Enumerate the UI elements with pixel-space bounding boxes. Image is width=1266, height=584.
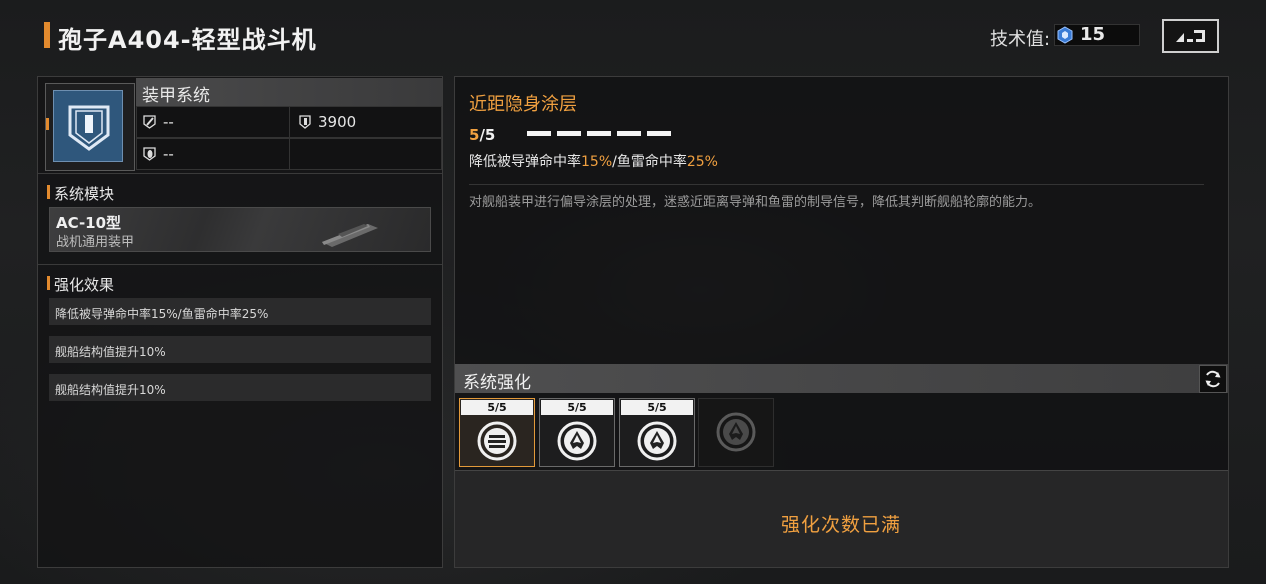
module-name: AC-10型 [56,214,122,232]
upgrade-node[interactable]: 5/5 [459,398,535,467]
stat-torpedo-cell [136,138,290,170]
stat-armor-value: 3900 [318,113,357,131]
node-level: 5/5 [541,400,613,415]
skill-effect-value-1: 15% [581,154,613,170]
skill-level-current: 5 [469,126,480,144]
section-marker [47,185,50,199]
page-title: 孢子A404-轻型战斗机 [58,26,317,54]
refresh-icon [1205,370,1221,388]
armor-system-icon [53,90,123,162]
tech-value-label: 技术值: [990,29,1051,50]
stat-missile-cell [136,106,290,138]
stat-torpedo-value: -- [163,145,174,163]
back-button[interactable] [1162,19,1219,53]
title-accent-bar [44,22,50,48]
tech-point-icon [1057,26,1073,44]
level-segment [617,131,641,136]
upgrade-node[interactable]: 5/5 [619,398,695,467]
level-segment [557,131,581,136]
equipment-marker [46,118,49,130]
node-level: 5/5 [621,400,693,415]
armor-system-title: 装甲系统 [142,86,210,106]
ship-emblem-icon [716,412,756,452]
armor-plate-icon [322,224,378,247]
ship-emblem-icon [557,421,597,461]
refresh-button[interactable] [1199,365,1227,393]
level-segment [587,131,611,136]
divider [469,184,1204,185]
shield-missile-icon [143,115,156,129]
shield-torpedo-icon [143,147,156,161]
skill-effect: 降低被导弹命中率15%/鱼雷命中率25% [469,151,718,171]
module-type: 战机通用装甲 [56,235,135,250]
effect-text: 降低被导弹命中率15%/鱼雷命中率25% [55,307,269,321]
divider [38,264,442,265]
armor-shield-icon [299,115,311,129]
module-section-label: 系统模块 [54,185,115,203]
effect-text: 舰船结构值提升10% [55,345,166,359]
back-arrow-icon [1175,30,1205,42]
node-level: 5/5 [461,400,533,415]
stat-missile-value: -- [163,113,174,131]
skill-level-max: 5 [484,126,496,144]
effect-text: 舰船结构值提升10% [55,383,166,397]
level-segment [647,131,671,136]
stat-empty-cell [289,138,442,170]
effects-section-label: 强化效果 [54,276,115,294]
skill-effect-prefix: 降低被导弹命中率 [469,154,581,170]
skill-title: 近距隐身涂层 [469,94,577,115]
divider [38,173,442,174]
tech-value: 15 [1080,24,1106,45]
skill-level: 5/5 [469,126,495,144]
upgrade-max-text: 强化次数已满 [781,514,902,536]
upgrade-node-locked[interactable] [698,398,774,467]
upgrade-title: 系统强化 [463,373,531,393]
skill-description: 对舰船装甲进行偏导涂层的处理，迷惑近距离导弹和鱼雷的制导信号，降低其判断舰船轮廓… [469,195,1042,210]
level-segment [527,131,551,136]
section-marker [47,276,50,290]
ship-emblem-icon [637,421,677,461]
upgrade-header [455,364,1228,393]
skill-effect-value-2: 25% [686,154,718,170]
stripes-emblem-icon [477,421,517,461]
skill-effect-mid: /鱼雷命中率 [612,154,687,170]
upgrade-node[interactable]: 5/5 [539,398,615,467]
